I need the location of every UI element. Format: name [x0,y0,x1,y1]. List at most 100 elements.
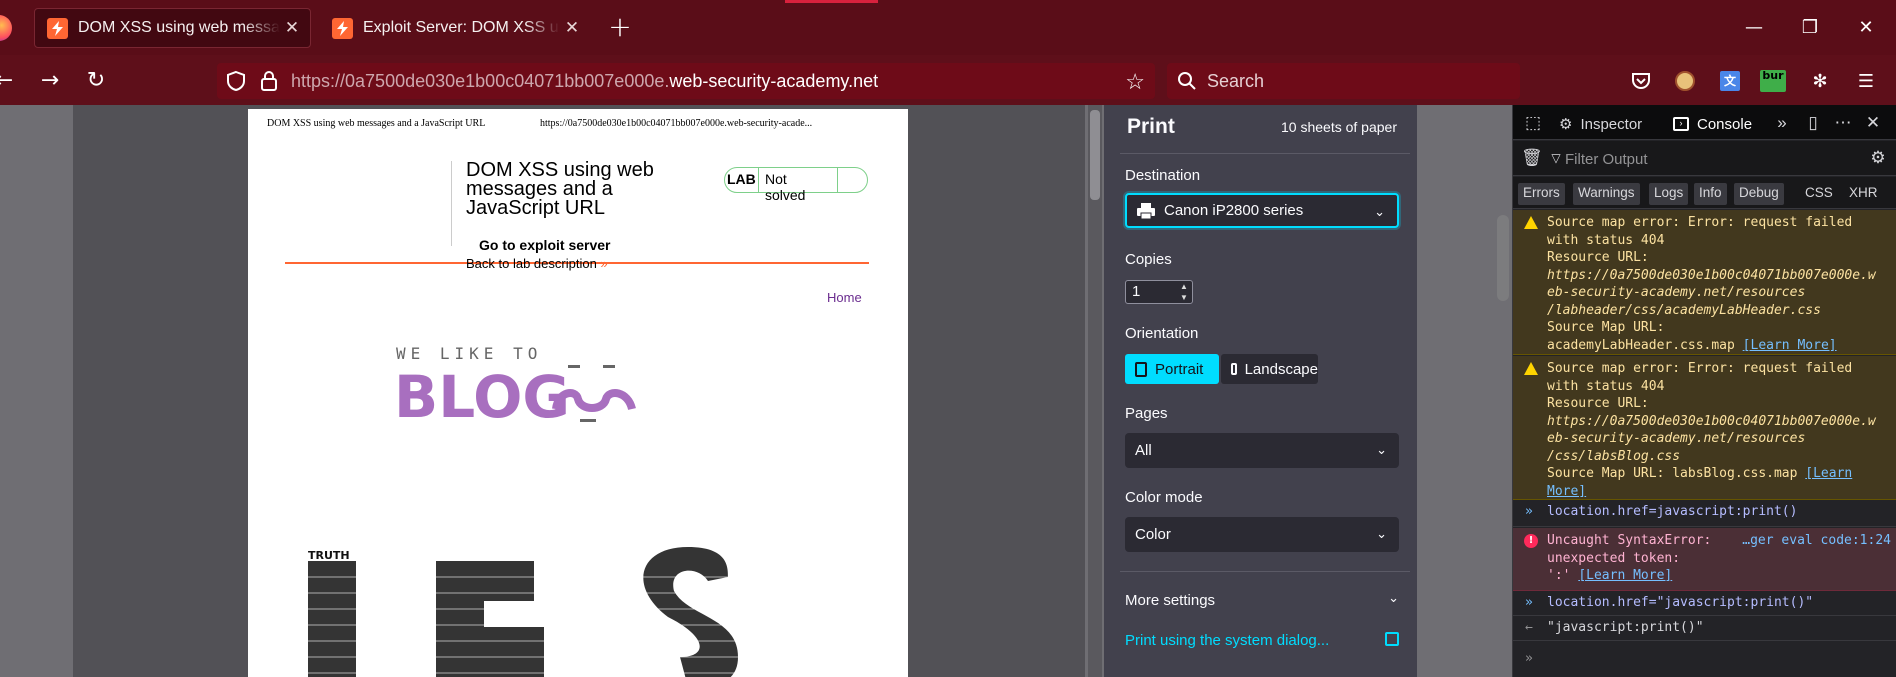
screen: DOM XSS using web messages and a JavaScr… [0,0,1896,677]
warning-line: Resource URL: [1547,396,1649,411]
extensions-puzzle-icon[interactable]: ✻ [1807,68,1833,94]
prompt-chevron-icon: » [1525,504,1533,519]
console-warning: Source map error: Error: request failed … [1513,356,1896,500]
settings-gear-icon[interactable]: ⚙ [1868,148,1888,168]
error-line: unexpected token: [1547,550,1681,566]
extension-cookie-icon[interactable] [1672,68,1698,94]
destination-label: Destination [1125,167,1201,184]
decrement-arrow-icon[interactable]: ▼ [1177,292,1191,303]
close-tab-icon[interactable]: ✕ [560,18,584,38]
color-mode-value: Color [1135,526,1171,543]
result-text: "javascript:print()" [1547,620,1704,635]
tab-exploit-server[interactable]: Exploit Server: DOM XSS using web messag… [320,8,590,48]
trash-icon[interactable]: 🗑 [1521,148,1543,168]
filter-output-input[interactable]: Filter Output [1565,151,1648,168]
chevron-down-icon: ⌄ [1376,442,1387,457]
more-settings-toggle[interactable]: More settings ⌄ [1125,590,1399,609]
warning-url: https://0a7500de030e1b00c04071bb007e000e… [1547,413,1876,429]
destination-value: Canon iP2800 series [1164,202,1304,219]
url-bar[interactable]: https://0a7500de030e1b00c04071bb007e000e… [217,63,1155,99]
back-to-lab-label: Back to lab description [466,256,597,271]
back-arrow-icon[interactable]: ← [0,65,20,97]
warning-url: eb-security-academy.net/resources [1547,431,1806,446]
print-settings-panel: Print 10 sheets of paper Destination Can… [1104,105,1417,677]
translate-icon[interactable]: 文 [1717,68,1743,94]
warning-line: with status 404 [1547,378,1665,394]
filter-css[interactable]: CSS [1800,183,1838,205]
system-dialog-link[interactable]: Print using the system dialog... [1125,632,1329,649]
filter-info[interactable]: Info [1694,183,1727,205]
logo-small-text: WE LIKE TO [396,344,542,363]
tab-console[interactable]: › Console [1673,111,1752,137]
inspector-icon: ⚙ [1559,116,1573,133]
filter-debug[interactable]: Debug [1734,183,1784,205]
color-mode-select[interactable]: Color ⌄ [1125,517,1399,552]
filter-warnings[interactable]: Warnings [1573,183,1640,205]
portrait-button[interactable]: Portrait [1125,354,1219,384]
warning-line: Resource URL: [1547,250,1649,265]
forward-arrow-icon[interactable]: → [34,65,66,97]
divider [1120,153,1410,154]
printer-icon [1137,202,1155,219]
bookmark-star-icon[interactable]: ☆ [1125,69,1145,95]
responsive-mode-icon[interactable]: ▯ [1803,113,1823,133]
reload-icon[interactable]: ↻ [80,65,112,97]
element-picker-icon[interactable]: ⬚ [1523,113,1543,133]
console-input-echo: » location.href=javascript:print() [1513,501,1896,527]
learn-more-link[interactable]: [Learn More] [1578,568,1672,583]
burp-badge: bur [1760,70,1786,92]
tracking-shield-icon[interactable] [225,70,247,92]
more-tabs-chevron-icon[interactable]: » [1772,113,1792,133]
search-input[interactable]: Search [1167,63,1520,99]
prompt-chevron-icon: » [1525,651,1533,666]
preview-scrollbar-thumb[interactable] [1090,110,1100,200]
error-icon: ! [1524,534,1538,548]
filter-errors[interactable]: Errors [1518,183,1565,205]
tab-dom-xss-lab[interactable]: DOM XSS using web messages and a JavaScr… [34,8,311,48]
error-source-link[interactable]: …ger eval code:1:24 [1742,532,1891,550]
url-text: https://0a7500de030e1b00c04071bb007e000e… [291,71,878,92]
new-tab-button[interactable]: + [605,13,635,43]
destination-select[interactable]: Canon iP2800 series ⌄ [1125,193,1399,228]
print-preview-page: DOM XSS using web messages and a JavaScr… [248,109,908,677]
chevron-down-icon: ⌄ [1374,204,1385,219]
close-window-button[interactable]: ✕ [1846,14,1886,42]
pages-select[interactable]: All ⌄ [1125,433,1399,468]
console-input[interactable]: » [1513,642,1896,677]
tab-inspector[interactable]: ⚙ Inspector [1559,111,1642,137]
more-options-icon[interactable]: ⋯ [1833,113,1853,133]
learn-more-link[interactable]: [Learn [1805,466,1852,481]
learn-more-link[interactable]: More] [1547,484,1586,499]
learn-more-link[interactable]: [Learn More] [1743,338,1837,353]
close-devtools-icon[interactable]: ✕ [1863,113,1883,133]
minimize-button[interactable]: — [1734,14,1774,42]
menu-hamburger-icon[interactable]: ☰ [1853,68,1879,94]
increment-arrow-icon[interactable]: ▲ [1177,281,1191,292]
restore-button[interactable]: ❐ [1790,14,1830,42]
lab-label: LAB [727,171,756,187]
command-text: location.href="javascript:print()" [1547,595,1814,610]
devtools-toolbar: ⬚ ⚙ Inspector › Console » ▯ ⋯ ✕ [1513,105,1896,140]
landscape-button[interactable]: Landscape [1221,354,1318,384]
tab-bar-accent [785,0,878,3]
burp-extension-icon[interactable]: bur [1760,68,1786,94]
result-arrow-icon: ← [1525,620,1533,635]
console-scrollbar[interactable] [1497,215,1509,301]
lightning-icon [47,17,68,39]
external-link-icon[interactable] [1385,632,1399,646]
tab-inspector-label: Inspector [1580,115,1643,133]
lab-title: DOM XSS using web messages and a JavaScr… [466,159,654,219]
warning-text: Source map error: Error: request failed … [1547,360,1876,500]
warning-text: Source map error: Error: request failed … [1547,214,1876,354]
tab-bar: DOM XSS using web messages and a JavaScr… [0,0,1896,55]
console-error: ! Uncaught SyntaxError: unexpected token… [1513,528,1896,591]
close-tab-icon[interactable]: ✕ [280,18,304,38]
console-icon: › [1673,117,1689,131]
console-warning: Source map error: Error: request failed … [1513,210,1896,355]
filter-xhr[interactable]: XHR [1844,183,1883,205]
pocket-icon[interactable] [1628,68,1654,94]
firefox-icon[interactable] [0,15,12,41]
filter-logs[interactable]: Logs [1649,183,1689,205]
lock-icon[interactable] [259,70,279,92]
orientation-label: Orientation [1125,325,1199,342]
